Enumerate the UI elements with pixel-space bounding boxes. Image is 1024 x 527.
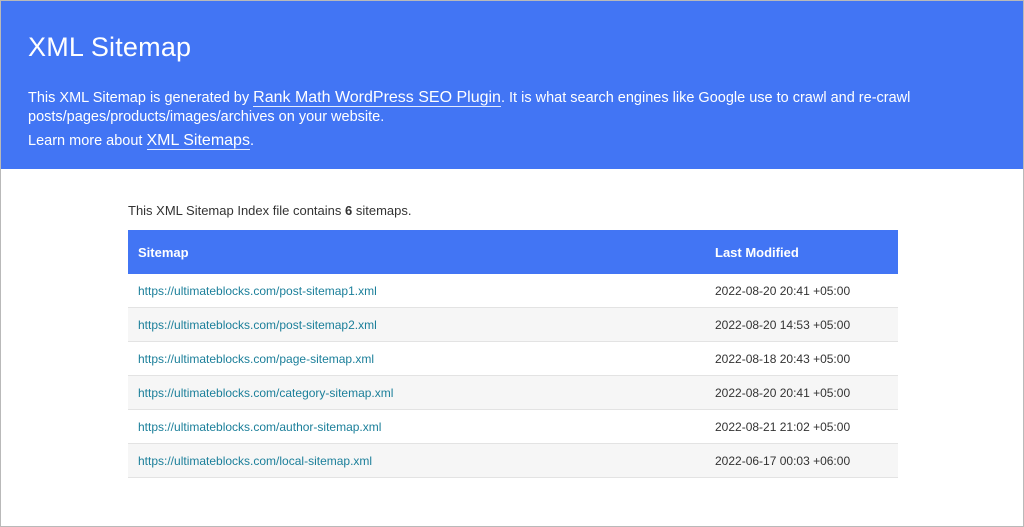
learn-more-text: Learn more about XML Sitemaps.	[28, 131, 1023, 151]
sitemap-cell: https://ultimateblocks.com/post-sitemap2…	[128, 307, 715, 342]
sitemap-content: This XML Sitemap Index file contains 6 s…	[1, 169, 1023, 478]
summary-suffix: sitemaps.	[352, 203, 412, 218]
sitemap-cell: https://ultimateblocks.com/local-sitemap…	[128, 443, 715, 478]
sitemap-cell: https://ultimateblocks.com/page-sitemap.…	[128, 341, 715, 376]
column-header-sitemap: Sitemap	[138, 244, 189, 260]
xml-sitemaps-link[interactable]: XML Sitemaps	[146, 132, 250, 150]
last-modified-cell: 2022-08-20 14:53 +05:00	[715, 307, 898, 342]
last-modified-cell: 2022-08-21 21:02 +05:00	[715, 409, 898, 444]
rank-math-plugin-link[interactable]: Rank Math WordPress SEO Plugin	[253, 89, 501, 107]
sitemap-link[interactable]: https://ultimateblocks.com/author-sitema…	[138, 420, 381, 434]
sitemap-link[interactable]: https://ultimateblocks.com/category-site…	[138, 386, 393, 400]
table-row: https://ultimateblocks.com/category-site…	[128, 375, 898, 410]
sitemap-cell: https://ultimateblocks.com/post-sitemap1…	[128, 274, 715, 308]
last-modified-cell: 2022-08-20 20:41 +05:00	[715, 375, 898, 410]
learn-suffix: .	[249, 133, 254, 149]
table-body: https://ultimateblocks.com/post-sitemap1…	[128, 274, 898, 478]
sitemap-header: XML Sitemap This XML Sitemap is generate…	[1, 1, 1023, 169]
learn-prefix: Learn more about	[28, 133, 147, 149]
sitemap-summary: This XML Sitemap Index file contains 6 s…	[128, 203, 1023, 218]
sitemap-table: Sitemap Last Modified https://ultimatebl…	[128, 230, 898, 478]
table-row: https://ultimateblocks.com/post-sitemap2…	[128, 307, 898, 342]
sitemap-link[interactable]: https://ultimateblocks.com/local-sitemap…	[138, 454, 372, 468]
description-prefix: This XML Sitemap is generated by	[28, 90, 254, 106]
sitemap-link[interactable]: https://ultimateblocks.com/page-sitemap.…	[138, 352, 374, 366]
last-modified-cell: 2022-08-20 20:41 +05:00	[715, 274, 898, 308]
column-header-last-modified: Last Modified	[715, 244, 799, 260]
table-row: https://ultimateblocks.com/local-sitemap…	[128, 443, 898, 478]
last-modified-cell: 2022-08-18 20:43 +05:00	[715, 341, 898, 376]
page-frame: XML Sitemap This XML Sitemap is generate…	[0, 0, 1024, 527]
table-header: Sitemap Last Modified	[128, 230, 898, 274]
summary-prefix: This XML Sitemap Index file contains	[128, 203, 346, 218]
table-row: https://ultimateblocks.com/author-sitema…	[128, 409, 898, 444]
table-row: https://ultimateblocks.com/page-sitemap.…	[128, 341, 898, 376]
sitemap-link[interactable]: https://ultimateblocks.com/post-sitemap2…	[138, 318, 377, 332]
last-modified-cell: 2022-06-17 00:03 +06:00	[715, 443, 898, 478]
sitemap-link[interactable]: https://ultimateblocks.com/post-sitemap1…	[138, 284, 377, 298]
header-description: This XML Sitemap is generated by Rank Ma…	[28, 88, 968, 127]
table-row: https://ultimateblocks.com/post-sitemap1…	[128, 274, 898, 308]
page-title: XML Sitemap	[28, 32, 192, 62]
sitemap-cell: https://ultimateblocks.com/category-site…	[128, 375, 715, 410]
table-header-row: Sitemap Last Modified	[128, 230, 898, 274]
sitemap-cell: https://ultimateblocks.com/author-sitema…	[128, 409, 715, 444]
